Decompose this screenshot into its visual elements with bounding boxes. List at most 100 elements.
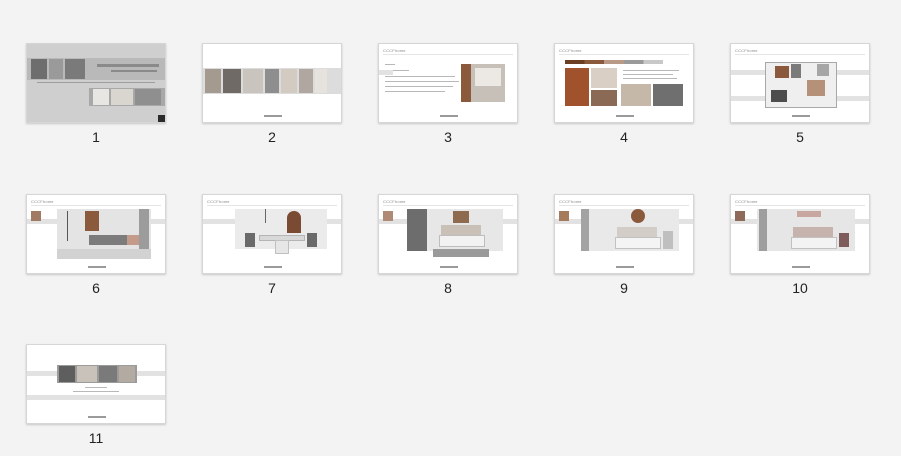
slide-header-brand: CCCFhome (559, 199, 582, 204)
slide-footer (792, 266, 810, 268)
slide-preview[interactable]: CCCFhome (378, 43, 518, 123)
gray-band (27, 395, 165, 400)
slide-preview[interactable]: CCCFhome (554, 43, 694, 123)
closing-photo-2 (77, 366, 97, 382)
side-cabinet (663, 231, 673, 249)
cover-photo-3 (65, 59, 85, 79)
sofa (89, 235, 127, 245)
material-swatch (559, 211, 569, 221)
text-line (73, 391, 119, 392)
cover-photo-4 (93, 89, 109, 105)
floor-plan-room (807, 80, 825, 96)
slide-number: 11 (88, 430, 104, 446)
curtain (139, 209, 149, 249)
photo-3 (243, 69, 263, 93)
floor-plan-room (817, 64, 829, 76)
moodboard-photo-4 (621, 84, 651, 106)
headboard (617, 227, 657, 237)
closing-photo-3 (99, 366, 117, 382)
slide-footer (264, 266, 282, 268)
closing-photo-4 (119, 366, 135, 382)
bed (615, 237, 661, 249)
slide-preview[interactable]: CCCFhome (554, 194, 694, 274)
moodboard-photo-1 (565, 68, 589, 106)
cover-text-line (37, 82, 155, 83)
photo-7 (315, 69, 327, 93)
header-rule (735, 54, 865, 55)
slide-footer (88, 266, 106, 268)
slide-number: 9 (620, 280, 628, 296)
slide-preview[interactable] (26, 344, 166, 424)
text-line (385, 91, 445, 92)
arched-mirror (287, 211, 301, 233)
pendant-light (265, 209, 266, 223)
slide-preview[interactable] (202, 43, 342, 123)
material-swatch (31, 211, 41, 221)
material-swatch (735, 211, 745, 221)
material-swatch (383, 211, 393, 221)
slide-number: 5 (796, 129, 804, 145)
floor-plan-room (791, 64, 801, 78)
slide-preview[interactable]: CCCFhome (26, 194, 166, 274)
slide-header-brand: CCCFhome (31, 199, 54, 204)
moodboard-photo-5 (653, 84, 683, 106)
slide-number: 8 (444, 280, 452, 296)
text-line (385, 81, 459, 82)
text-line (385, 64, 395, 65)
slide-header-brand: CCCFhome (735, 199, 758, 204)
text-line (623, 70, 679, 71)
cover-photo-1 (31, 59, 47, 79)
floor-lamp (67, 211, 68, 241)
wood-swatch (461, 64, 471, 102)
wall-artwork (797, 211, 821, 217)
slide-header-brand: CCCFhome (383, 199, 406, 204)
photo-1 (205, 69, 221, 93)
slide-footer (264, 115, 282, 117)
photo-5 (281, 69, 297, 93)
armchair (127, 235, 139, 245)
text-line (623, 74, 673, 75)
header-rule (383, 205, 513, 206)
round-artwork (631, 209, 645, 223)
slide-preview[interactable] (26, 43, 166, 123)
slide-footer (440, 115, 458, 117)
headboard (441, 225, 481, 235)
headboard (793, 227, 833, 237)
slide-number: 7 (268, 280, 276, 296)
text-line (385, 86, 453, 87)
accent-chair (839, 233, 849, 247)
material-photo-inner (475, 68, 501, 86)
moodboard-photo-3 (591, 90, 617, 106)
rug (57, 249, 151, 259)
slide-footer (440, 266, 458, 268)
slide-preview[interactable]: CCCFhome (730, 194, 870, 274)
slide-number: 3 (444, 129, 452, 145)
floor-plan-room (771, 90, 787, 102)
slide-header-brand: CCCFhome (207, 199, 230, 204)
artwork (85, 211, 99, 231)
curtain (759, 209, 767, 251)
slide-number: 6 (92, 280, 100, 296)
cover-photo-strip-top (27, 58, 165, 80)
bed (439, 235, 485, 247)
artwork (453, 211, 469, 223)
slide-preview[interactable]: CCCFhome (730, 43, 870, 123)
photo-2 (223, 69, 241, 93)
slide-preview[interactable]: CCCFhome (378, 194, 518, 274)
curtain (581, 209, 589, 251)
slide-header-brand: CCCFhome (735, 48, 758, 53)
header-rule (31, 205, 161, 206)
slide-number: 1 (92, 129, 100, 145)
color-palette-bar (565, 60, 663, 64)
header-rule (383, 54, 513, 55)
cover-subtitle-line (111, 70, 157, 72)
slide-footer (616, 115, 634, 117)
photo-4 (265, 69, 279, 93)
gray-band (379, 70, 393, 75)
slide-corner-marker (158, 115, 165, 122)
moodboard-photo-2 (591, 68, 617, 88)
slide-preview[interactable]: CCCFhome (202, 194, 342, 274)
header-rule (559, 54, 689, 55)
floor-plan-room (775, 66, 789, 78)
slide-footer (616, 266, 634, 268)
